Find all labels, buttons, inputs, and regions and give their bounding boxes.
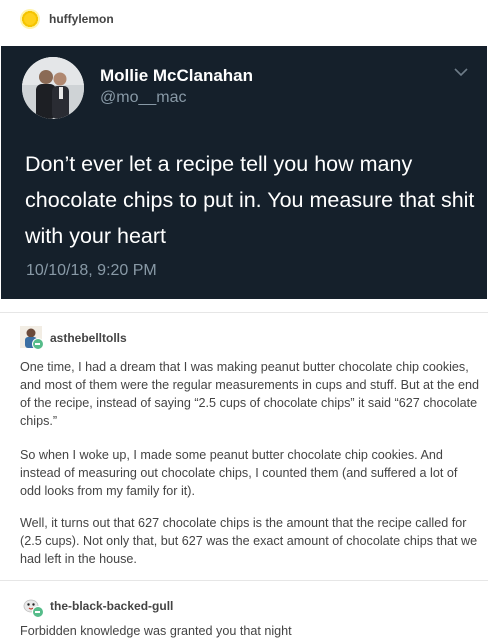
tweet-timestamp[interactable]: 10/10/18, 9:20 PM: [26, 262, 157, 280]
reblog-paragraph: Well, it turns out that 627 chocolate ch…: [20, 516, 478, 566]
divider: [0, 312, 488, 313]
post-header: huffylemon: [0, 0, 488, 40]
reblog-paragraph: One time, I had a dream that I was makin…: [20, 360, 479, 428]
tweet-handle[interactable]: @mo__mac: [100, 89, 187, 107]
sun-icon[interactable]: [20, 9, 40, 29]
tweet-text: Don’t ever let a recipe tell you how man…: [25, 152, 475, 248]
profile-avatar: [22, 57, 84, 119]
post-author-username[interactable]: huffylemon: [49, 12, 114, 26]
avatar[interactable]: [20, 326, 44, 350]
reblog-paragraph: So when I woke up, I made some peanut bu…: [20, 448, 458, 498]
tweet-screenshot: Mollie McClanahan @mo__mac Don’t ever le…: [1, 46, 487, 299]
avatar[interactable]: [20, 594, 44, 618]
chevron-down-icon[interactable]: [453, 66, 469, 78]
reblog-badge-icon: [32, 606, 44, 618]
tweet-display-name[interactable]: Mollie McClanahan: [100, 66, 253, 86]
divider: [0, 580, 488, 581]
reblog-username[interactable]: asthebelltolls: [50, 331, 127, 345]
reblog-paragraph: Forbidden knowledge was granted you that…: [20, 624, 292, 638]
reblog-badge-icon: [32, 338, 44, 350]
reblog-username[interactable]: the-black-backed-gull: [50, 599, 173, 613]
